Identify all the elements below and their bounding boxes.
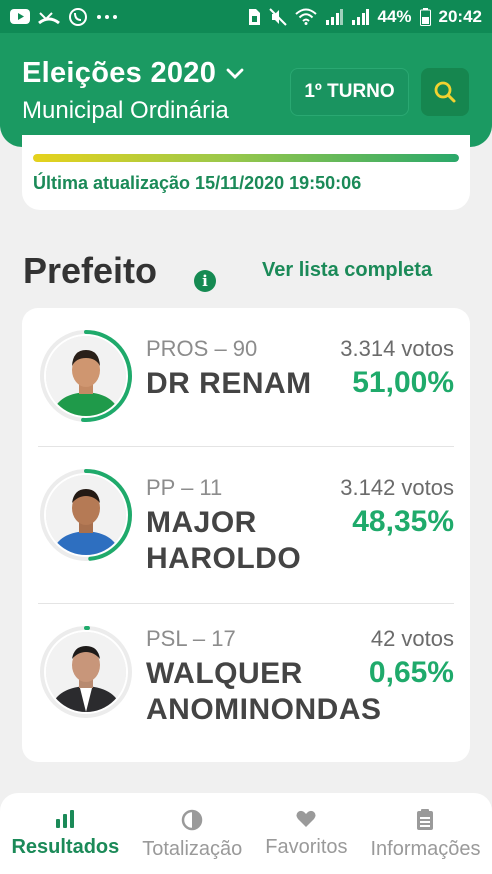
pie-icon[interactable] (181, 809, 203, 831)
update-card: Última atualização 15/11/2020 19:50:06 (22, 135, 470, 210)
section-title: Prefeito (23, 250, 158, 291)
more-dots-icon (97, 14, 117, 19)
signal-icon (326, 8, 344, 25)
nav-label[interactable]: Informações (370, 838, 480, 861)
missed-call-icon (38, 11, 60, 24)
bar-chart-icon[interactable] (54, 809, 76, 829)
candidate-percent: 51,00% (352, 366, 454, 399)
candidate-row[interactable]: PSL – 17 42 votos WALQUER ANOMINONDAS 0,… (22, 604, 470, 762)
candidate-votes: 42 votos (370, 626, 454, 651)
info-icon[interactable]: i (194, 270, 216, 292)
candidate-name: DR RENAM (146, 367, 312, 400)
candidate-avatar (38, 467, 134, 563)
candidate-name: MAJOR HAROLDO (146, 506, 302, 575)
turno-button[interactable]: 1º TURNO (290, 68, 409, 116)
candidate-row[interactable]: PROS – 90 3.314 votos DR RENAM 51,00% (22, 308, 470, 447)
candidate-percent: 0,65% (368, 656, 454, 689)
candidate-row[interactable]: PP – 11 3.142 votos MAJOR HAROLDO 48,35% (22, 447, 470, 604)
nav-favoritos[interactable]: Favoritos (265, 793, 348, 874)
candidate-avatar (38, 624, 134, 720)
app-header: Eleições 2020 Municipal Ordinária 1º TUR… (0, 33, 492, 147)
election-selector[interactable]: Eleições 2020 (22, 57, 244, 90)
nav-label[interactable]: Favoritos (265, 836, 347, 859)
status-right-icons: 44% 20:42 (247, 7, 482, 27)
see-full-list-link[interactable]: Ver lista completa (262, 259, 432, 282)
candidate-photo (46, 632, 126, 712)
nav-resultados[interactable]: Resultados (11, 793, 119, 874)
battery-icon (419, 7, 431, 26)
youtube-icon (10, 9, 30, 24)
wifi-icon (295, 8, 318, 25)
search-button[interactable] (421, 68, 469, 116)
sim-icon (249, 8, 261, 25)
candidate-votes: 3.314 votos (340, 336, 454, 361)
whatsapp-icon (69, 7, 87, 26)
chevron-down-icon[interactable] (226, 68, 244, 80)
status-bar: 44% 20:42 (0, 0, 492, 33)
status-left-icons (10, 7, 118, 27)
candidate-votes: 3.142 votos (340, 475, 454, 500)
last-update-text: Última atualização 15/11/2020 19:50:06 (33, 173, 362, 193)
candidate-percent: 48,35% (352, 505, 454, 538)
candidate-party: PSL – 17 (146, 626, 236, 651)
clock: 20:42 (438, 6, 482, 26)
mute-icon (269, 7, 288, 26)
search-icon[interactable] (433, 80, 457, 104)
progress-fill (33, 154, 459, 162)
signal-icon (352, 8, 370, 25)
nav-label[interactable]: Totalização (142, 838, 242, 861)
totalization-progress-bar (33, 154, 459, 162)
election-subtitle: Municipal Ordinária (22, 97, 229, 124)
nav-label[interactable]: Resultados (11, 836, 119, 859)
candidate-party: PROS – 90 (146, 336, 258, 361)
clipboard-icon[interactable] (416, 809, 434, 831)
candidate-photo (46, 336, 126, 416)
battery-percent: 44% (377, 6, 412, 26)
candidate-party: PP – 11 (146, 475, 223, 500)
election-title[interactable]: Eleições 2020 (22, 57, 216, 90)
heart-icon[interactable] (295, 809, 317, 829)
candidates-card: PROS – 90 3.314 votos DR RENAM 51,00% PP… (22, 308, 470, 762)
bottom-navigation: Resultados Totalização Favoritos Informa… (0, 793, 492, 874)
nav-totalizacao[interactable]: Totalização (142, 793, 242, 874)
candidate-avatar (38, 328, 134, 424)
candidate-photo (46, 475, 126, 555)
nav-informacoes[interactable]: Informações (370, 793, 481, 874)
